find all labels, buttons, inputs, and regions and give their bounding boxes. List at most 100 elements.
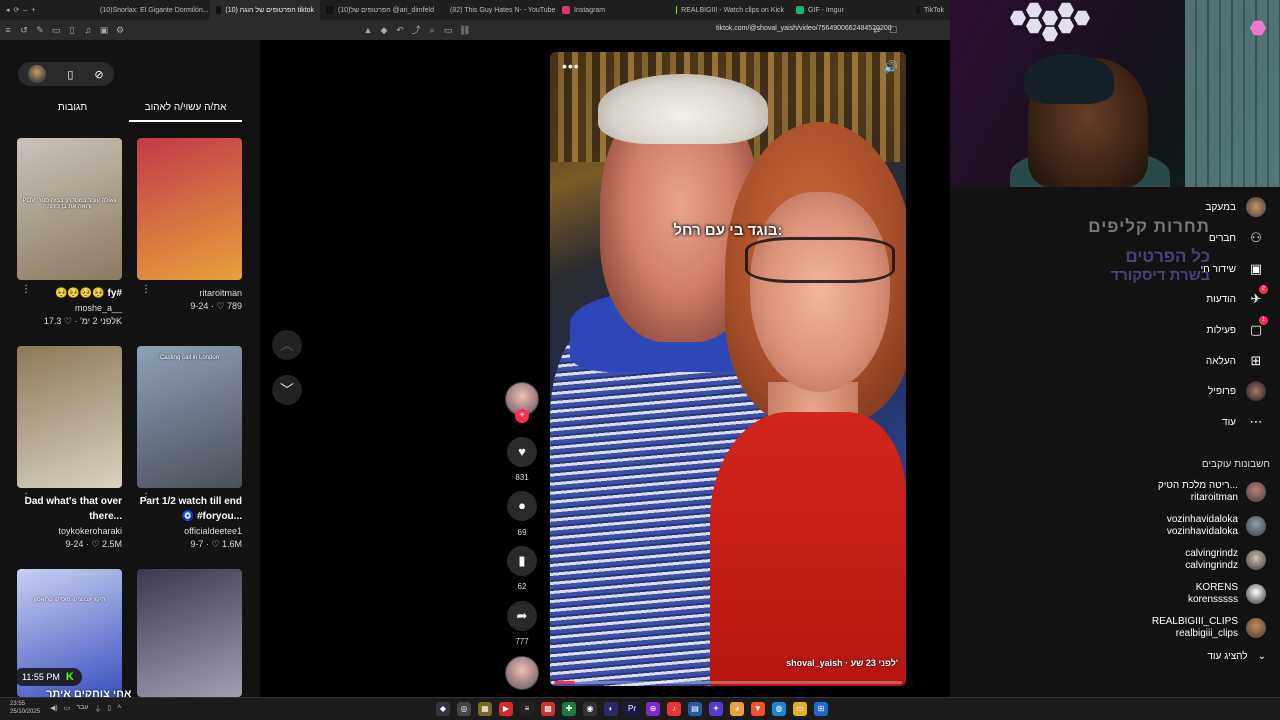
tab-0[interactable]: (10)Snorlax: El Gigante Dormilón... (90, 0, 210, 20)
app-icon[interactable]: ◐ (604, 702, 618, 716)
windows-icon[interactable]: ⊞ (814, 702, 828, 716)
shield-icon[interactable]: ▲ (363, 25, 373, 35)
language-indicator[interactable]: עבר (76, 704, 88, 714)
account-item[interactable]: REALBIGIII_CLIPS realbigiii_clips (1152, 616, 1266, 640)
share-button[interactable]: ➦ (507, 601, 537, 631)
system-clock[interactable]: 23:55 25/10/2025 (10, 700, 40, 716)
previous-video-button[interactable]: ︿ (272, 330, 302, 360)
bookmark-icon[interactable]: ▭ (51, 25, 61, 35)
history-icon[interactable]: ↺ (19, 25, 29, 35)
folder-icon[interactable]: ▭ (793, 702, 807, 716)
avatar[interactable] (28, 65, 47, 83)
follow-plus-icon[interactable]: + (515, 409, 529, 423)
app-icon[interactable]: ◎ (457, 702, 471, 716)
app-icon[interactable]: ⊕ (646, 702, 660, 716)
sidebar-item-upload[interactable]: העלאה ⊞ (1206, 350, 1266, 372)
app-icon[interactable]: ▤ (688, 702, 702, 716)
app-icon[interactable]: ✦ (709, 702, 723, 716)
phone-icon[interactable]: ▯ (67, 68, 73, 81)
sidebar-item-activity[interactable]: פעילות ▢ 1 (1207, 316, 1268, 341)
card-username[interactable]: ritaroitman (137, 286, 242, 300)
mic-icon[interactable]: ⏚ (94, 704, 101, 714)
more-options-icon[interactable]: ⋮ (141, 284, 151, 295)
undo-icon[interactable]: ↶ (395, 25, 405, 35)
tab-4[interactable]: Instagram (556, 0, 670, 20)
network-icon[interactable]: ▭ (64, 704, 71, 714)
show-more-button[interactable]: להציג עוד ⌄ (1207, 651, 1266, 662)
sidebar-item-more[interactable]: עוד ⋯ (1222, 411, 1266, 433)
more-options-icon[interactable]: ⋮ (21, 492, 31, 503)
sidebar-item-following[interactable]: במעקב (1206, 196, 1266, 218)
next-video-button[interactable]: ﹀ (272, 375, 302, 405)
like-button[interactable]: ♥ (507, 437, 537, 467)
window-controls[interactable]: ◂ ⟳ – + (0, 0, 90, 20)
premiere-icon[interactable]: Pr (625, 702, 639, 716)
app-icon[interactable]: ≡ (520, 702, 534, 716)
video-thumbnail[interactable] (137, 569, 242, 697)
volume-icon[interactable]: ◀) (50, 704, 58, 714)
account-item[interactable]: vozinhavidaloka vozinhavidaloka (1167, 514, 1266, 538)
video-player[interactable]: ••• 🔊 בוגד בי עם רחל: shoval_yaish · לפנ… (550, 52, 906, 686)
sidebar-icon[interactable]: ▯ (67, 25, 77, 35)
app-launcher-icon[interactable]: ◆ (436, 702, 450, 716)
comment-button[interactable]: ● (507, 491, 537, 521)
account-item[interactable]: calvingrindz calvingrindz (1185, 548, 1266, 572)
music-icon[interactable]: ♫ (83, 25, 93, 35)
app-icon[interactable]: ◉ (583, 702, 597, 716)
save-button[interactable]: ▮ (507, 546, 537, 576)
account-item[interactable]: KORENS korensssss (1188, 582, 1266, 606)
brave-icon[interactable]: ◆ (379, 25, 389, 35)
battery-icon[interactable]: ▯ (107, 704, 111, 714)
video-progress-bar[interactable] (554, 681, 902, 684)
app-icon[interactable]: ✚ (562, 702, 576, 716)
new-tab-icon[interactable]: + (31, 7, 35, 14)
account-item[interactable]: ריטה מלכת הטיק... ritaroitman (1158, 480, 1266, 504)
video-author[interactable]: shoval_yaish (786, 658, 843, 668)
share-icon[interactable]: ⤴ (411, 25, 421, 35)
video-card[interactable]: POV: גאולה עובר במסדרון בבית ספר ורואה א… (17, 138, 122, 328)
video-thumbnail[interactable] (17, 346, 122, 488)
compass-icon[interactable]: ⊘ (94, 68, 103, 81)
tab-2[interactable]: (10)הפרטופים של @ari_dimfeld (320, 0, 440, 20)
sidebar-item-friends[interactable]: חברים ⚇ (1209, 227, 1266, 249)
tab-7[interactable]: TikTok (910, 0, 950, 20)
video-thumbnail[interactable] (137, 138, 242, 280)
app-icon[interactable]: ▦ (478, 702, 492, 716)
video-more-icon[interactable]: ••• (562, 58, 580, 74)
more-options-icon[interactable]: ⋮ (141, 492, 151, 503)
video-card[interactable] (137, 569, 242, 697)
sidebar-item-live[interactable]: שידור חי ▣ (1201, 258, 1266, 280)
address-bar[interactable]: tiktok.com/@shoval_yaish/video/756490066… (716, 25, 892, 32)
menu-icon[interactable]: ≡ (3, 25, 13, 35)
tab-1[interactable]: הפרטופים של הוגה (10) tiktok (210, 0, 320, 20)
minimize-icon[interactable]: – (23, 7, 27, 14)
sidebar-item-messages[interactable]: הודעות ✈ 2 (1206, 285, 1268, 310)
sound-avatar[interactable] (505, 656, 539, 690)
video-card[interactable]: ⋮ ritaroitman 9-24 · ♡ 789 (137, 138, 242, 313)
card-username[interactable]: toykokeroharaki (17, 524, 122, 538)
tab-3[interactable]: (82) This Guy Hates N- - YouTube (440, 0, 556, 20)
edge-icon[interactable]: ◍ (772, 702, 786, 716)
video-card[interactable]: Casting call in London ⋮ Part 1/2 watch … (137, 346, 242, 551)
card-username[interactable]: moshe_a__ (17, 301, 122, 315)
tab-5[interactable]: REALBIGIII - Watch clips on Kick (670, 0, 790, 20)
more-options-icon[interactable]: ⋮ (21, 284, 31, 295)
video-thumbnail[interactable]: Casting call in London (137, 346, 242, 488)
wallet-icon[interactable]: ▣ (99, 25, 109, 35)
extensions-icon[interactable]: ✎ (35, 25, 45, 35)
back-icon[interactable]: ◂ (6, 6, 10, 14)
tab-6[interactable]: GIF - Imgur (790, 0, 910, 20)
link-icon[interactable]: ⛓ (459, 25, 470, 35)
sidebar-item-profile[interactable]: פרופיל (1208, 380, 1266, 402)
tab-you-may-like[interactable]: את/ה עשוי/ה לאהוב (129, 100, 242, 122)
brave-icon[interactable]: ▼ (751, 702, 765, 716)
cast-icon[interactable]: ▭ (443, 25, 453, 35)
video-thumbnail[interactable]: POV: גאולה עובר במסדרון בבית ספר ורואה א… (17, 138, 122, 280)
tab-comments[interactable]: תגובות (16, 100, 129, 122)
chrome-icon[interactable]: ◕ (730, 702, 744, 716)
card-username[interactable]: officialdeetee1 (137, 524, 242, 538)
app-icon[interactable]: ▩ (541, 702, 555, 716)
refresh-icon[interactable]: ⟳ (14, 6, 20, 14)
music-icon[interactable]: ♪ (667, 702, 681, 716)
chevron-up-icon[interactable]: ˄ (117, 704, 121, 714)
